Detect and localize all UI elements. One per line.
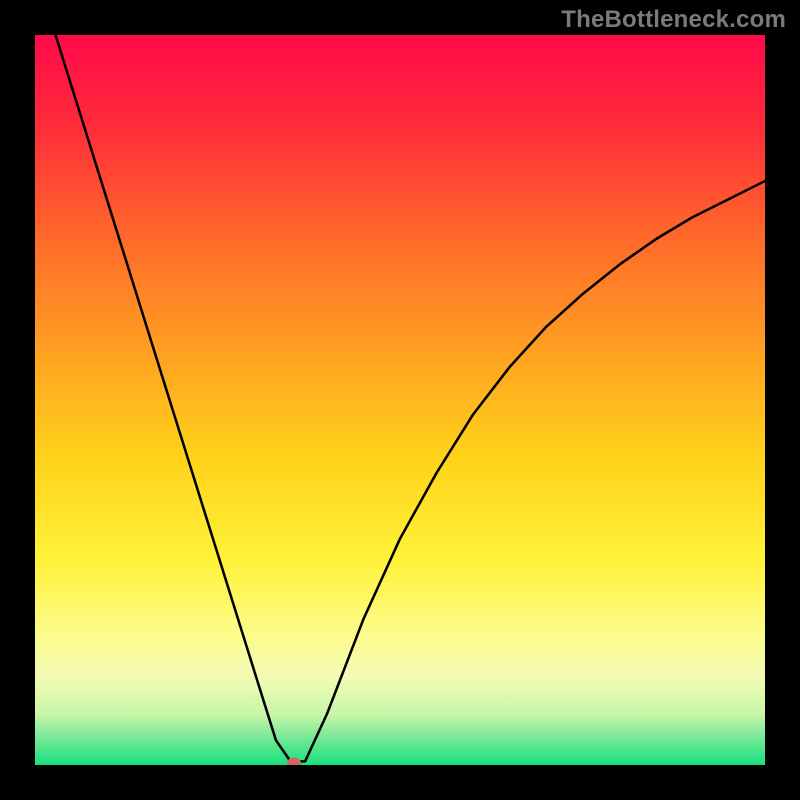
chart-frame: TheBottleneck.com [0,0,800,800]
watermark-text: TheBottleneck.com [561,6,786,34]
minimum-marker-icon [287,757,301,765]
plot-area [35,35,765,765]
bottleneck-curve [35,35,765,765]
